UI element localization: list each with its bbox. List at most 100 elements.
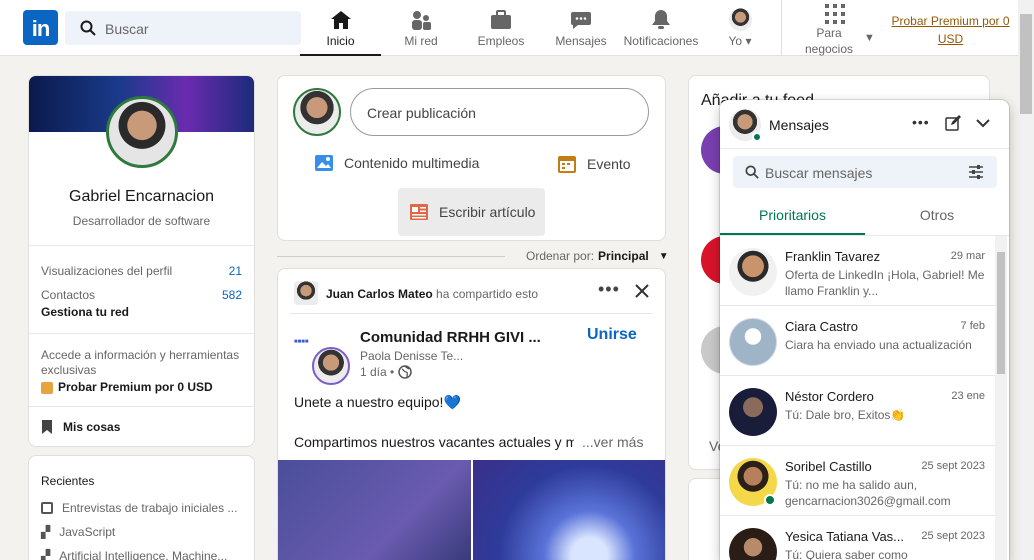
create-post-label: Crear publicación: [367, 105, 476, 121]
author-avatar[interactable]: [312, 347, 350, 385]
messaging-title[interactable]: Mensajes: [769, 117, 829, 133]
filter-icon[interactable]: [968, 165, 984, 179]
event-button[interactable]: Evento: [557, 154, 631, 174]
top-navigation-bar: in Buscar Inicio Mi red Empleos Mensajes…: [0, 0, 1034, 56]
nav-messaging-label: Mensajes: [555, 34, 607, 48]
tab-other[interactable]: Otros: [865, 198, 1009, 235]
profile-views-stat[interactable]: Visualizaciones del perfil 21: [41, 264, 242, 278]
my-items-label: Mis cosas: [63, 420, 121, 434]
messaging-search-input[interactable]: Buscar mensajes: [733, 156, 997, 188]
event-label: Evento: [587, 156, 631, 172]
article-icon: [410, 204, 428, 220]
my-items-link[interactable]: Mis cosas: [41, 420, 120, 434]
image-icon: [315, 155, 333, 171]
more-options-icon[interactable]: •••: [598, 280, 620, 298]
contact-avatar: [729, 248, 777, 296]
nav-for-business[interactable]: Para negocios ▼: [790, 0, 880, 56]
premium-promo-link-text: Probar Premium por 0 USD: [58, 380, 213, 394]
post-time-text: 1 día •: [360, 365, 395, 379]
conversation-row[interactable]: Néstor Cordero 23 ene Tú: Dale bro, Exit…: [720, 376, 995, 446]
recent-item[interactable]: ▞ JavaScript: [41, 525, 115, 539]
nav-home[interactable]: Inicio: [300, 0, 381, 56]
post-image-left[interactable]: [278, 460, 471, 560]
join-button[interactable]: Unirse: [587, 326, 637, 344]
bell-icon: [652, 10, 670, 29]
contact-name: Soribel Castillo: [785, 459, 872, 474]
nav-me-text: Yo: [728, 34, 743, 48]
premium-promo-link[interactable]: Probar Premium por 0 USD: [41, 380, 242, 395]
message-date: 25 sept 2023: [921, 460, 985, 472]
recent-card: Recientes Entrevistas de trabajo inicial…: [28, 455, 255, 560]
group-logo[interactable]: ■■■■: [294, 339, 322, 347]
conversation-row[interactable]: Ciara Castro 7 feb Ciara ha enviado una …: [720, 306, 995, 376]
more-options-icon[interactable]: •••: [912, 114, 930, 130]
nav-my-network[interactable]: Mi red: [381, 0, 461, 56]
message-date: 23 ene: [951, 390, 985, 402]
conversation-row[interactable]: Franklin Tavarez 29 mar Oferta de Linked…: [720, 236, 995, 306]
close-icon[interactable]: [632, 281, 652, 301]
post-text-line1: Unete a nuestro equipo!💙: [294, 394, 461, 410]
globe-icon: [398, 365, 412, 379]
message-date: 25 sept 2023: [921, 530, 985, 542]
for-business-line1: Para: [816, 26, 842, 40]
grid-apps-icon: [825, 4, 845, 24]
profile-name[interactable]: Gabriel Encarnacion: [29, 188, 254, 206]
tab-focused[interactable]: Prioritarios: [720, 198, 865, 235]
contact-avatar: [729, 318, 777, 366]
try-premium-link[interactable]: Probar Premium por 0 USD: [888, 12, 1013, 48]
feed-post: Juan Carlos Mateo ha compartido esto •••…: [277, 268, 666, 560]
page-scrollbar-thumb[interactable]: [1020, 14, 1032, 114]
chevron-down-icon: ▾: [745, 34, 752, 48]
bookmark-icon: [42, 420, 52, 434]
nav-home-label: Inicio: [326, 34, 355, 48]
message-date: 7 feb: [960, 320, 985, 332]
write-article-button[interactable]: Escribir artículo: [398, 188, 545, 236]
create-post-button[interactable]: Crear publicación: [350, 88, 649, 136]
online-status-dot: [752, 132, 762, 142]
recent-item[interactable]: ▞ Artificial Intelligence, Machine...: [41, 549, 227, 560]
chevron-down-icon[interactable]: [975, 118, 991, 128]
calendar-icon: [558, 156, 576, 173]
conversation-scrollbar[interactable]: [995, 236, 1007, 560]
search-placeholder: Buscar: [105, 21, 149, 37]
share-avatar[interactable]: [293, 88, 341, 136]
recent-item-label: Entrevistas de trabajo iniciales ...: [62, 501, 238, 515]
group-name[interactable]: Comunidad RRHH GIVI ...: [360, 329, 541, 346]
chevron-down-icon: ▼: [864, 32, 875, 44]
post-image-right[interactable]: [473, 460, 665, 560]
sharer-name[interactable]: Juan Carlos Mateo: [326, 287, 433, 301]
sharer-avatar[interactable]: [294, 281, 318, 305]
recent-item[interactable]: Entrevistas de trabajo iniciales ...: [41, 501, 237, 515]
contact-avatar: [729, 528, 777, 560]
tab-other-label: Otros: [919, 207, 955, 223]
conversation-row[interactable]: Yesica Tatiana Vas... 25 sept 2023 Tú: Q…: [720, 516, 995, 560]
compose-icon[interactable]: [945, 115, 961, 131]
group-icon: ▞: [41, 525, 51, 539]
message-date: 29 mar: [950, 250, 985, 262]
nav-messaging[interactable]: Mensajes: [541, 0, 621, 56]
profile-views-value: 21: [228, 264, 242, 278]
sort-dropdown[interactable]: Ordenar por: Principal ▼: [526, 249, 669, 263]
connections-stat[interactable]: Contactos 582 Gestiona tu red: [41, 288, 242, 319]
nav-jobs[interactable]: Empleos: [461, 0, 541, 56]
author-name[interactable]: Paola Denisse Te...: [360, 349, 463, 363]
divider: [29, 406, 254, 407]
nav-notifications[interactable]: Notificaciones: [621, 0, 701, 56]
profile-avatar[interactable]: [106, 96, 178, 168]
nav-me[interactable]: Yo ▾: [710, 0, 770, 56]
premium-promo[interactable]: Accede a información y herramientas excl…: [41, 348, 242, 395]
conversation-row[interactable]: Soribel Castillo 25 sept 2023 Tú: no me …: [720, 446, 995, 516]
media-button[interactable]: Contenido multimedia: [314, 154, 479, 172]
page-scrollbar[interactable]: [1018, 0, 1034, 560]
contact-name: Néstor Cordero: [785, 389, 874, 404]
linkedin-logo[interactable]: in: [23, 10, 58, 45]
search-icon: [80, 20, 96, 36]
sort-value: Principal: [598, 249, 649, 263]
see-more-link[interactable]: ...ver más: [582, 434, 643, 450]
shared-text: ha compartido esto: [436, 287, 539, 301]
premium-icon: [41, 381, 53, 394]
divider: [29, 333, 254, 334]
online-status-dot: [764, 494, 776, 506]
conversation-scrollbar-thumb[interactable]: [997, 252, 1005, 374]
global-search-input[interactable]: Buscar: [65, 11, 301, 45]
